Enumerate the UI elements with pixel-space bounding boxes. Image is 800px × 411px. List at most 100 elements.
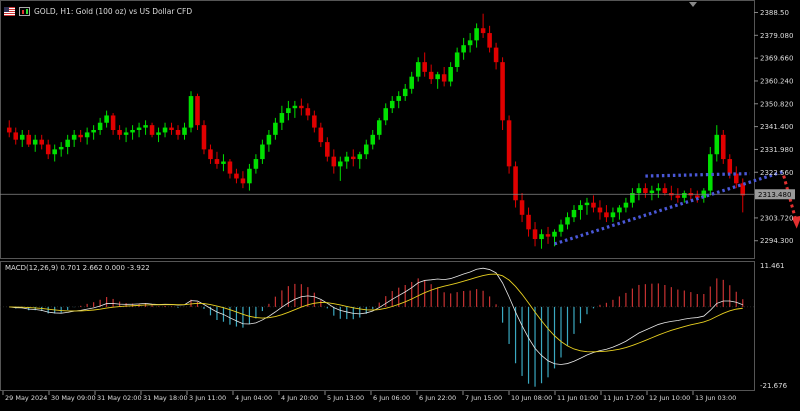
- candle-body: [331, 156, 337, 167]
- macd-axis: 11.461 -21.676: [760, 262, 788, 390]
- candle-body: [552, 231, 557, 237]
- candle-body: [240, 178, 246, 184]
- candle-body: [526, 214, 531, 230]
- candle-body: [506, 120, 512, 167]
- price-axis-label: 2369.660: [760, 55, 793, 63]
- candle-body: [396, 96, 401, 101]
- candle-body: [643, 188, 648, 193]
- candle-body: [52, 149, 57, 155]
- time-axis[interactable]: 29 May 2024 30 May 09:00 31 May 02:00 31 Ma…: [2, 391, 736, 402]
- candle-body: [617, 207, 622, 213]
- price-axis-label: 2341.400: [760, 123, 793, 131]
- chart-type-icon[interactable]: [19, 6, 30, 16]
- time-axis-label: 3 Jun 11:00: [189, 394, 226, 402]
- candle-body: [656, 188, 661, 191]
- chart-canvas[interactable]: 2388.50 2379.080 2369.660 2360.240 2350.820 2…: [0, 0, 800, 407]
- candle-body: [32, 139, 38, 145]
- candle-body: [305, 108, 311, 116]
- candle-body: [513, 166, 518, 201]
- time-axis-label: 4 Jun 20:00: [281, 394, 318, 402]
- candle-body: [156, 132, 161, 135]
- candle-body: [188, 96, 194, 128]
- candle-body: [221, 161, 226, 164]
- candle-body: [208, 149, 213, 160]
- candle-body: [338, 161, 343, 167]
- price-axis-label: 2331.980: [760, 146, 793, 154]
- candle-body: [545, 234, 551, 237]
- candle-body: [422, 62, 427, 72]
- candle-body: [13, 132, 19, 140]
- candle-body: [714, 134, 720, 155]
- candle-body: [6, 127, 12, 133]
- time-axis-label: 6 Jun 22:00: [419, 394, 456, 402]
- candle-body: [318, 127, 324, 143]
- candle-body: [363, 144, 369, 155]
- price-axis[interactable]: 2388.50 2379.080 2369.660 2360.240 2350.820 2…: [754, 9, 795, 245]
- chart-shift-marker-icon[interactable]: [689, 2, 697, 7]
- candle-body: [260, 144, 265, 160]
- candle-body: [351, 156, 356, 160]
- candle-body: [312, 115, 317, 128]
- candle-body: [682, 193, 687, 198]
- chart-title: GOLD, H1: Gold (100 oz) vs US Dollar CFD: [34, 6, 193, 16]
- candle-body: [370, 134, 376, 145]
- rising-support-line: [554, 170, 784, 246]
- chart-window[interactable]: 2388.50 2379.080 2369.660 2360.240 2350.820 2…: [0, 0, 800, 407]
- candle-body: [58, 146, 64, 150]
- time-axis-label: 11 Jun 01:00: [557, 394, 598, 402]
- candle-body: [727, 159, 733, 174]
- candle-body: [45, 144, 51, 155]
- candle-body: [474, 28, 479, 41]
- candle-body: [110, 115, 116, 130]
- candle-body: [376, 120, 382, 135]
- candle-body: [325, 142, 330, 157]
- candle-body: [708, 154, 713, 191]
- candle-body: [487, 33, 492, 48]
- candle-body: [104, 115, 109, 123]
- candle-body: [227, 161, 233, 174]
- candle-body: [604, 212, 609, 218]
- current-price-label: 2313.480: [758, 191, 791, 199]
- candle-body: [415, 62, 421, 77]
- candle-body: [117, 130, 122, 135]
- candle-body: [435, 74, 440, 80]
- candle-body: [273, 122, 278, 135]
- candle-body: [169, 127, 174, 130]
- candle-body: [130, 130, 135, 133]
- candle-body: [136, 127, 142, 130]
- candle-body: [97, 122, 103, 130]
- candle-body: [675, 195, 681, 198]
- time-axis-label: 31 May 18:00: [143, 394, 188, 402]
- candle-body: [649, 190, 655, 193]
- candle-body: [201, 125, 207, 150]
- chart-title-bar: GOLD, H1: Gold (100 oz) vs US Dollar CFD: [4, 4, 192, 18]
- candle-body: [584, 202, 590, 206]
- time-axis-label: 6 Jun 06:00: [373, 394, 410, 402]
- candle-body: [292, 105, 298, 109]
- macd-indicator-label: MACD(12,26,9) 0.701 2.662 0.000 -3.922: [5, 264, 150, 272]
- candle-body: [441, 74, 447, 82]
- candle-body: [279, 113, 285, 123]
- candle-body: [597, 207, 603, 213]
- candle-body: [71, 134, 77, 140]
- macd-line: [9, 267, 743, 365]
- trendlines-group[interactable]: [554, 170, 800, 246]
- price-axis-label: 2294.300: [760, 237, 793, 245]
- candle-body: [500, 62, 505, 121]
- time-axis-label: 10 Jun 08:00: [511, 394, 552, 402]
- time-axis-label: 7 Jun 15:00: [465, 394, 502, 402]
- time-axis-label: 12 Jun 10:00: [649, 394, 690, 402]
- macd-scale-bottom: -21.676: [760, 382, 788, 390]
- time-axis-label: 11 Jun 17:00: [603, 394, 644, 402]
- candle-body: [266, 134, 272, 145]
- candle-body: [195, 96, 200, 126]
- candle-body: [357, 154, 363, 160]
- time-axis-label: 30 May 09:00: [51, 394, 96, 402]
- candle-body: [571, 209, 577, 218]
- price-axis-label: 2379.080: [760, 32, 793, 40]
- candle-body: [26, 134, 31, 145]
- candle-body: [519, 200, 525, 215]
- candle-body: [123, 132, 129, 135]
- price-axis-label: 2388.50: [760, 9, 789, 17]
- candle-body: [39, 139, 44, 145]
